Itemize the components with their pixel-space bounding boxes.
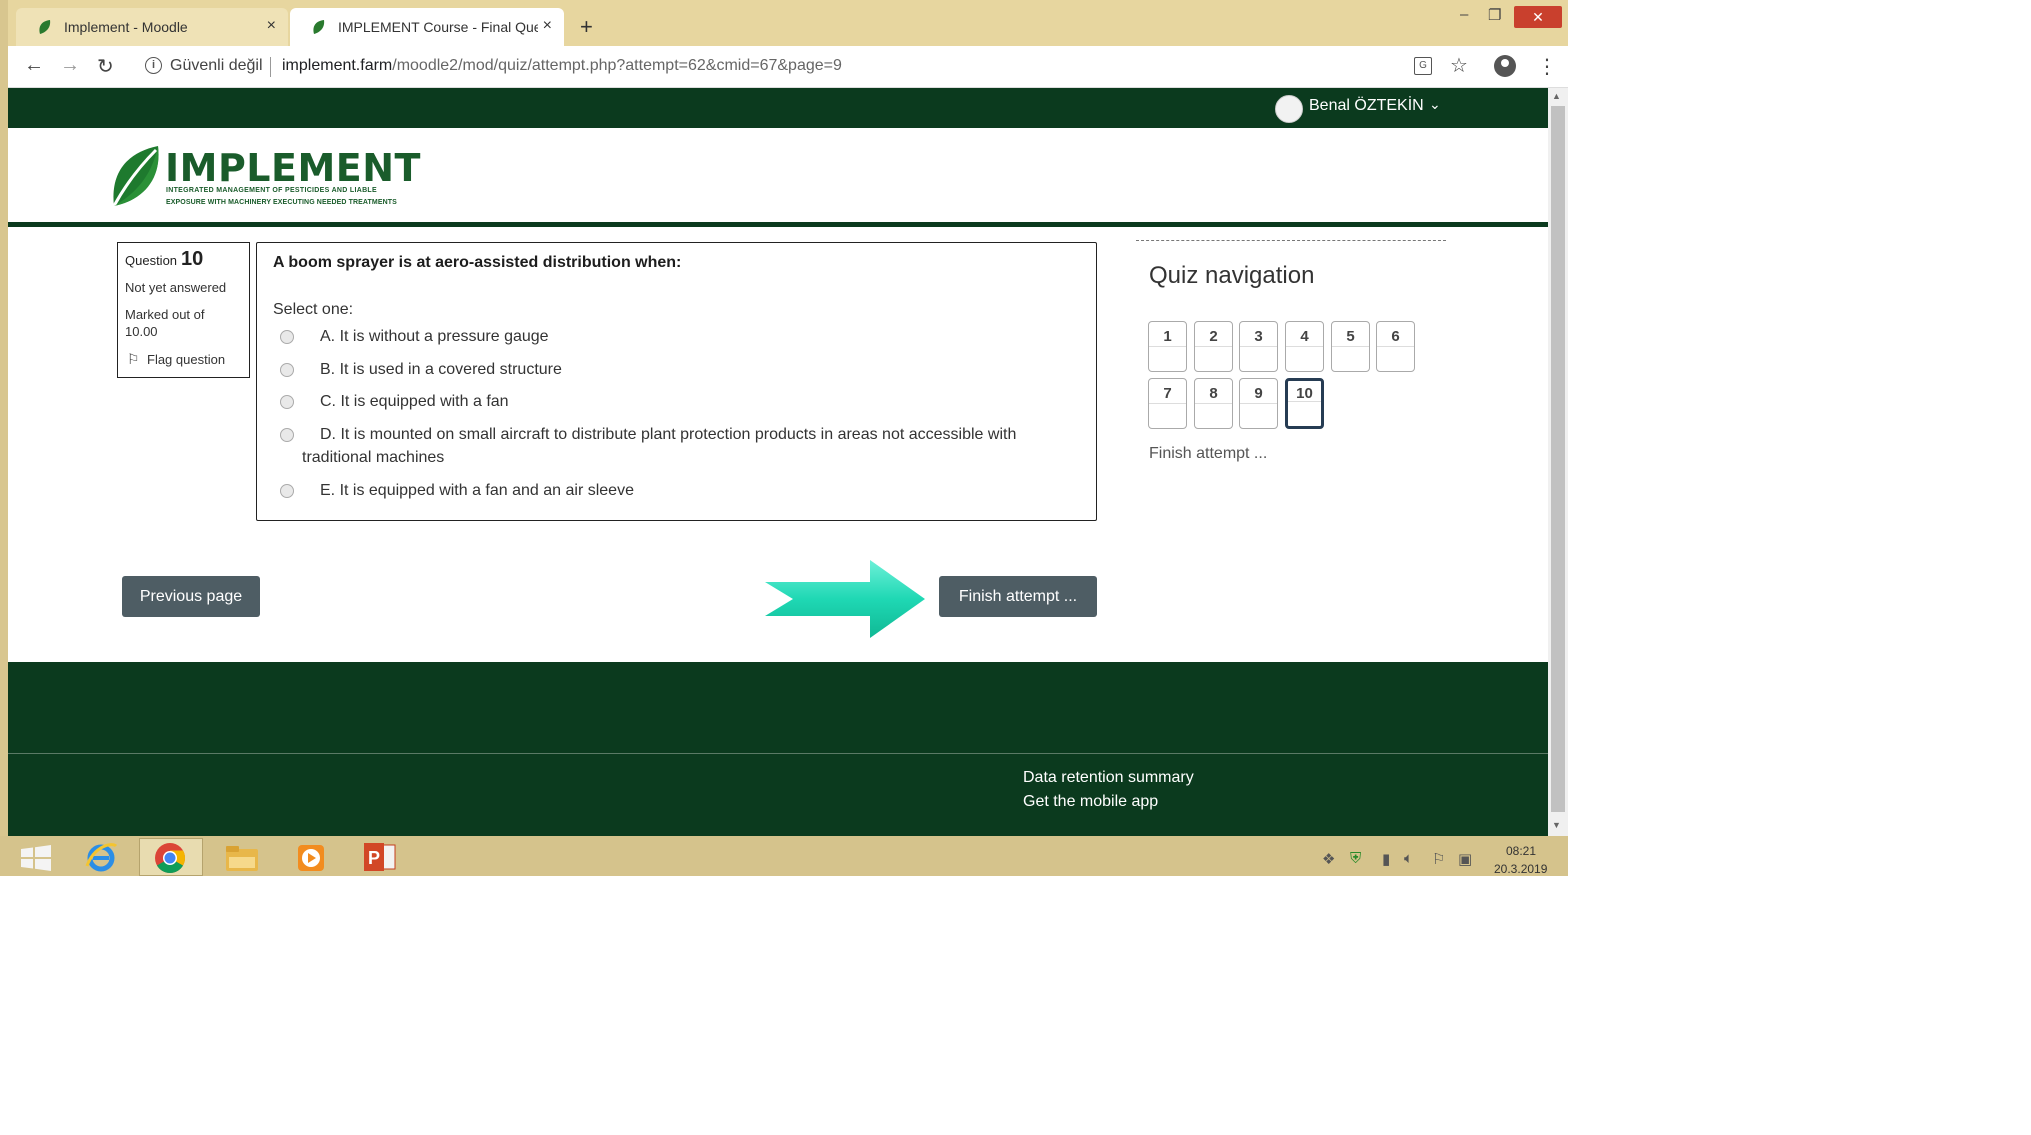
answer-option-label[interactable]: D. It is mounted on small aircraft to di… <box>302 423 1062 469</box>
finish-attempt-button[interactable]: Finish attempt ... <box>939 576 1097 617</box>
battery-icon[interactable]: ▮ <box>1382 850 1390 868</box>
question-text: A boom sprayer is at aero-assisted distr… <box>273 254 682 271</box>
taskbar-powerpoint[interactable]: P <box>349 838 413 876</box>
footer-divider <box>8 753 1548 754</box>
url-text[interactable]: implement.farm/moodle2/mod/quiz/attempt.… <box>282 57 842 75</box>
quiz-nav-item[interactable]: 8 <box>1194 378 1233 429</box>
question-state: Not yet answered <box>125 280 227 295</box>
page-content: Benal ÖZTEKİN ⌄ IMPLEMENT INTEGRATED MAN… <box>8 88 1548 836</box>
url-host: implement.farm <box>282 57 393 74</box>
answer-option-label[interactable]: A. It is without a pressure gauge <box>320 325 549 348</box>
previous-page-button[interactable]: Previous page <box>122 576 260 617</box>
quiz-nav-item[interactable]: 9 <box>1239 378 1278 429</box>
bookmark-star-icon[interactable]: ☆ <box>1450 53 1468 78</box>
forward-button[interactable]: → <box>60 54 80 77</box>
question-marks: Marked out of 10.00 <box>125 307 205 339</box>
quiz-nav-item[interactable]: 2 <box>1194 321 1233 372</box>
arrow-right-icon <box>765 560 925 638</box>
scroll-down-icon[interactable]: ▼ <box>1552 820 1561 830</box>
radio-button[interactable] <box>280 428 294 442</box>
minimize-button[interactable]: – <box>1460 6 1468 23</box>
dropbox-icon[interactable]: ❖ <box>1322 850 1335 868</box>
tab-title: IMPLEMENT Course - Final Quest <box>338 19 538 35</box>
moodle-leaf-icon <box>313 20 325 34</box>
chrome-icon <box>155 843 186 874</box>
scroll-up-icon[interactable]: ▲ <box>1552 91 1561 101</box>
security-shield-icon[interactable]: ⛨ <box>1350 850 1361 867</box>
user-avatar[interactable] <box>1275 95 1303 123</box>
windows-start-icon[interactable] <box>20 845 52 871</box>
powerpoint-icon: P <box>364 843 396 871</box>
radio-button[interactable] <box>280 484 294 498</box>
taskbar-ie[interactable] <box>70 838 134 876</box>
answer-option-label[interactable]: C. It is equipped with a fan <box>320 390 509 413</box>
implement-leaf-logo-icon[interactable] <box>108 144 164 210</box>
window-border <box>0 0 8 876</box>
page-footer <box>8 662 1548 836</box>
header-divider <box>8 222 1548 227</box>
user-menu-name[interactable]: Benal ÖZTEKİN <box>1309 97 1424 115</box>
network-icon[interactable]: ▣ <box>1458 850 1472 868</box>
taskbar-media-player[interactable] <box>279 838 343 876</box>
question-label: Question <box>125 253 178 268</box>
url-path: /moodle2/mod/quiz/attempt.php?attempt=62… <box>392 57 842 74</box>
action-center-flag-icon[interactable]: ⚐ <box>1432 850 1445 868</box>
info-icon[interactable]: i <box>145 57 162 74</box>
folder-icon <box>226 846 258 871</box>
tab-close-icon[interactable]: × <box>267 17 276 35</box>
quiz-nav-item[interactable]: 5 <box>1331 321 1370 372</box>
media-player-icon <box>298 845 324 871</box>
browser-window: Implement - Moodle × IMPLEMENT Course - … <box>0 0 1568 876</box>
logo-title[interactable]: IMPLEMENT <box>165 146 421 190</box>
maximize-button[interactable]: ❐ <box>1488 6 1501 24</box>
question-number: 10 <box>181 248 204 270</box>
flag-question-link[interactable]: Flag question <box>147 352 225 367</box>
tab-title: Implement - Moodle <box>64 19 188 35</box>
new-tab-button[interactable]: + <box>580 14 593 40</box>
volume-icon[interactable]: 🔈︎ <box>1404 850 1413 867</box>
tab-final-quest[interactable]: IMPLEMENT Course - Final Quest × <box>290 8 564 46</box>
tab-moodle[interactable]: Implement - Moodle × <box>16 8 288 46</box>
quiz-nav-item[interactable]: 1 <box>1148 321 1187 372</box>
quiz-nav-item-current[interactable]: 10 <box>1285 378 1324 429</box>
moodle-leaf-icon <box>39 20 51 34</box>
quiz-nav-item[interactable]: 7 <box>1148 378 1187 429</box>
taskbar-chrome[interactable] <box>139 838 203 876</box>
reload-button[interactable]: ↻ <box>97 54 114 79</box>
logo-subtitle-line2: EXPOSURE WITH MACHINERY EXECUTING NEEDED… <box>166 199 397 206</box>
select-one-prompt: Select one: <box>273 301 354 318</box>
radio-button[interactable] <box>280 363 294 377</box>
answer-option-label[interactable]: E. It is equipped with a fan and an air … <box>320 479 634 502</box>
svg-text:P: P <box>368 848 380 868</box>
tab-close-icon[interactable]: × <box>543 17 552 35</box>
clock-date[interactable]: 20.3.2019 <box>1494 862 1547 876</box>
radio-button[interactable] <box>280 395 294 409</box>
clock-time[interactable]: 08:21 <box>1506 844 1536 858</box>
security-label[interactable]: Güvenli değil <box>170 57 263 75</box>
nav-divider <box>1136 240 1446 241</box>
finish-attempt-link[interactable]: Finish attempt ... <box>1149 445 1267 463</box>
browser-menu-icon[interactable]: ⋮ <box>1537 54 1557 79</box>
internet-explorer-icon <box>85 843 118 872</box>
quiz-nav-item[interactable]: 6 <box>1376 321 1415 372</box>
account-icon[interactable] <box>1494 55 1516 77</box>
quiz-nav-item[interactable]: 3 <box>1239 321 1278 372</box>
data-retention-link[interactable]: Data retention summary <box>1023 769 1194 787</box>
window-close-button[interactable]: ✕ <box>1514 6 1562 28</box>
flag-icon[interactable]: ⚐ <box>127 351 140 368</box>
logo-subtitle-line1: INTEGRATED MANAGEMENT OF PESTICIDES AND … <box>166 187 377 194</box>
mobile-app-link[interactable]: Get the mobile app <box>1023 793 1158 811</box>
radio-button[interactable] <box>280 330 294 344</box>
chevron-down-icon[interactable]: ⌄ <box>1429 96 1441 113</box>
address-separator <box>270 57 271 77</box>
answer-option-d[interactable]: D. It is mounted on small aircraft to di… <box>280 423 1060 469</box>
answer-option-label[interactable]: B. It is used in a covered structure <box>320 358 562 381</box>
taskbar-explorer[interactable] <box>209 838 273 876</box>
translate-icon[interactable]: G <box>1414 57 1432 75</box>
scrollbar-thumb[interactable] <box>1551 106 1565 812</box>
quiz-navigation-title: Quiz navigation <box>1149 262 1315 289</box>
back-button[interactable]: ← <box>24 54 44 77</box>
quiz-nav-item[interactable]: 4 <box>1285 321 1324 372</box>
